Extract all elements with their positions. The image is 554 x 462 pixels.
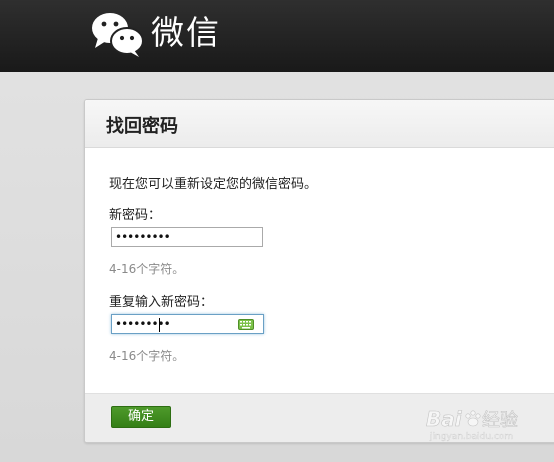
repeat-password-hint: 4-16个字符。 bbox=[109, 349, 185, 363]
intro-text: 现在您可以重新设定您的微信密码。 bbox=[109, 177, 318, 192]
new-password-hint: 4-16个字符。 bbox=[109, 262, 185, 276]
brand-name: 微信 bbox=[151, 13, 221, 52]
new-password-label: 新密码： bbox=[109, 208, 162, 223]
soft-keyboard-icon[interactable] bbox=[238, 319, 254, 330]
reset-password-card: 找回密码 现在您可以重新设定您的微信密码。 新密码： ••••••••• 4-1… bbox=[84, 99, 554, 443]
svg-text:Bai: Bai bbox=[426, 407, 463, 431]
new-password-field[interactable]: ••••••••• bbox=[111, 227, 263, 247]
confirm-button[interactable]: 确定 bbox=[111, 406, 171, 428]
page-title: 找回密码 bbox=[106, 116, 178, 137]
repeat-password-value: ••••••••• bbox=[115, 317, 171, 331]
top-header: 微信 bbox=[0, 0, 554, 72]
repeat-password-label: 重复输入新密码： bbox=[109, 295, 214, 310]
wechat-logo-icon bbox=[92, 13, 144, 57]
text-caret bbox=[159, 318, 160, 332]
card-header: 找回密码 bbox=[85, 100, 554, 148]
svg-text:经验: 经验 bbox=[482, 410, 518, 431]
new-password-value: ••••••••• bbox=[115, 230, 171, 244]
svg-text:jingyan.baidu.com: jingyan.baidu.com bbox=[429, 432, 513, 442]
repeat-password-field[interactable]: ••••••••• bbox=[111, 314, 264, 334]
baidu-jingyan-watermark: Bai 经验 jingyan.baidu.com bbox=[426, 407, 519, 442]
